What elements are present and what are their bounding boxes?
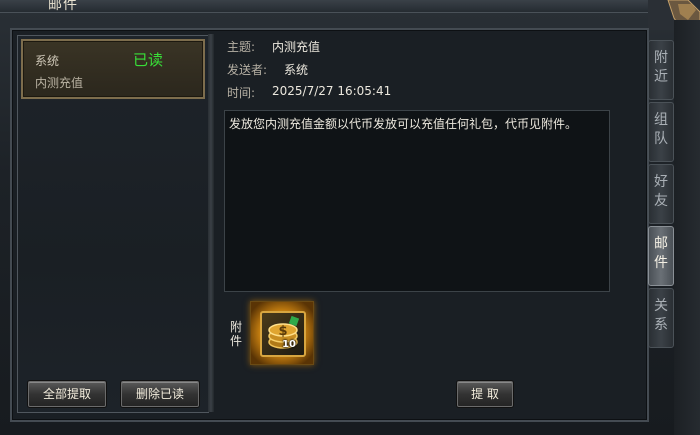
attachment-count: 10	[282, 339, 296, 350]
subject-label: 主题:	[227, 40, 256, 54]
attachment-item[interactable]: $ 10	[260, 311, 306, 357]
tab-nearby-label: 附近	[654, 50, 668, 85]
tab-nearby[interactable]: 附近	[648, 40, 674, 100]
attachment-slot[interactable]: $ 10	[250, 301, 314, 365]
tab-friends-label: 好友	[654, 174, 668, 209]
sender-value: 系统	[284, 63, 309, 77]
mail-item-subject: 内测充值	[35, 76, 84, 90]
time-value: 2025/7/27 16:05:41	[272, 84, 392, 98]
right-rail	[674, 20, 700, 435]
title-bar	[0, 0, 700, 13]
svg-text:$: $	[278, 324, 287, 339]
mail-list-item[interactable]: 系统 已读 内测充值	[21, 39, 205, 99]
subject-value: 内测充值	[272, 40, 321, 54]
mail-body-text: 发放您内测充值金额以代币发放可以充值任何礼包，代币见附件。	[229, 117, 578, 131]
mail-list: 系统 已读 内测充值	[17, 35, 209, 413]
tab-mail-label: 邮件	[654, 236, 668, 271]
attachment-label: 附件	[229, 320, 242, 348]
panel-divider	[208, 34, 214, 412]
mail-body-box[interactable]: 发放您内测充值金额以代币发放可以充值任何礼包，代币见附件。	[224, 110, 610, 292]
mail-window: 邮件 系统 已读 内测充值 主题: 内测充值 发送者: 系统 时间: 2025/…	[0, 0, 700, 435]
tab-team[interactable]: 组队	[648, 102, 674, 162]
tab-team-label: 组队	[654, 112, 668, 147]
sender-label: 发送者:	[227, 63, 268, 77]
tab-relations-label: 关系	[654, 298, 668, 333]
time-label: 时间:	[227, 86, 256, 100]
delete-read-button[interactable]: 删除已读	[121, 381, 199, 407]
tab-mail[interactable]: 邮件	[648, 226, 674, 286]
window-title: 邮件	[48, 0, 78, 13]
collect-all-button[interactable]: 全部提取	[28, 381, 106, 407]
collect-button[interactable]: 提 取	[457, 381, 513, 407]
tab-friends[interactable]: 好友	[648, 164, 674, 224]
tab-relations[interactable]: 关系	[648, 288, 674, 348]
mail-item-sender: 系统	[35, 54, 60, 68]
mail-item-status: 已读	[133, 51, 164, 69]
